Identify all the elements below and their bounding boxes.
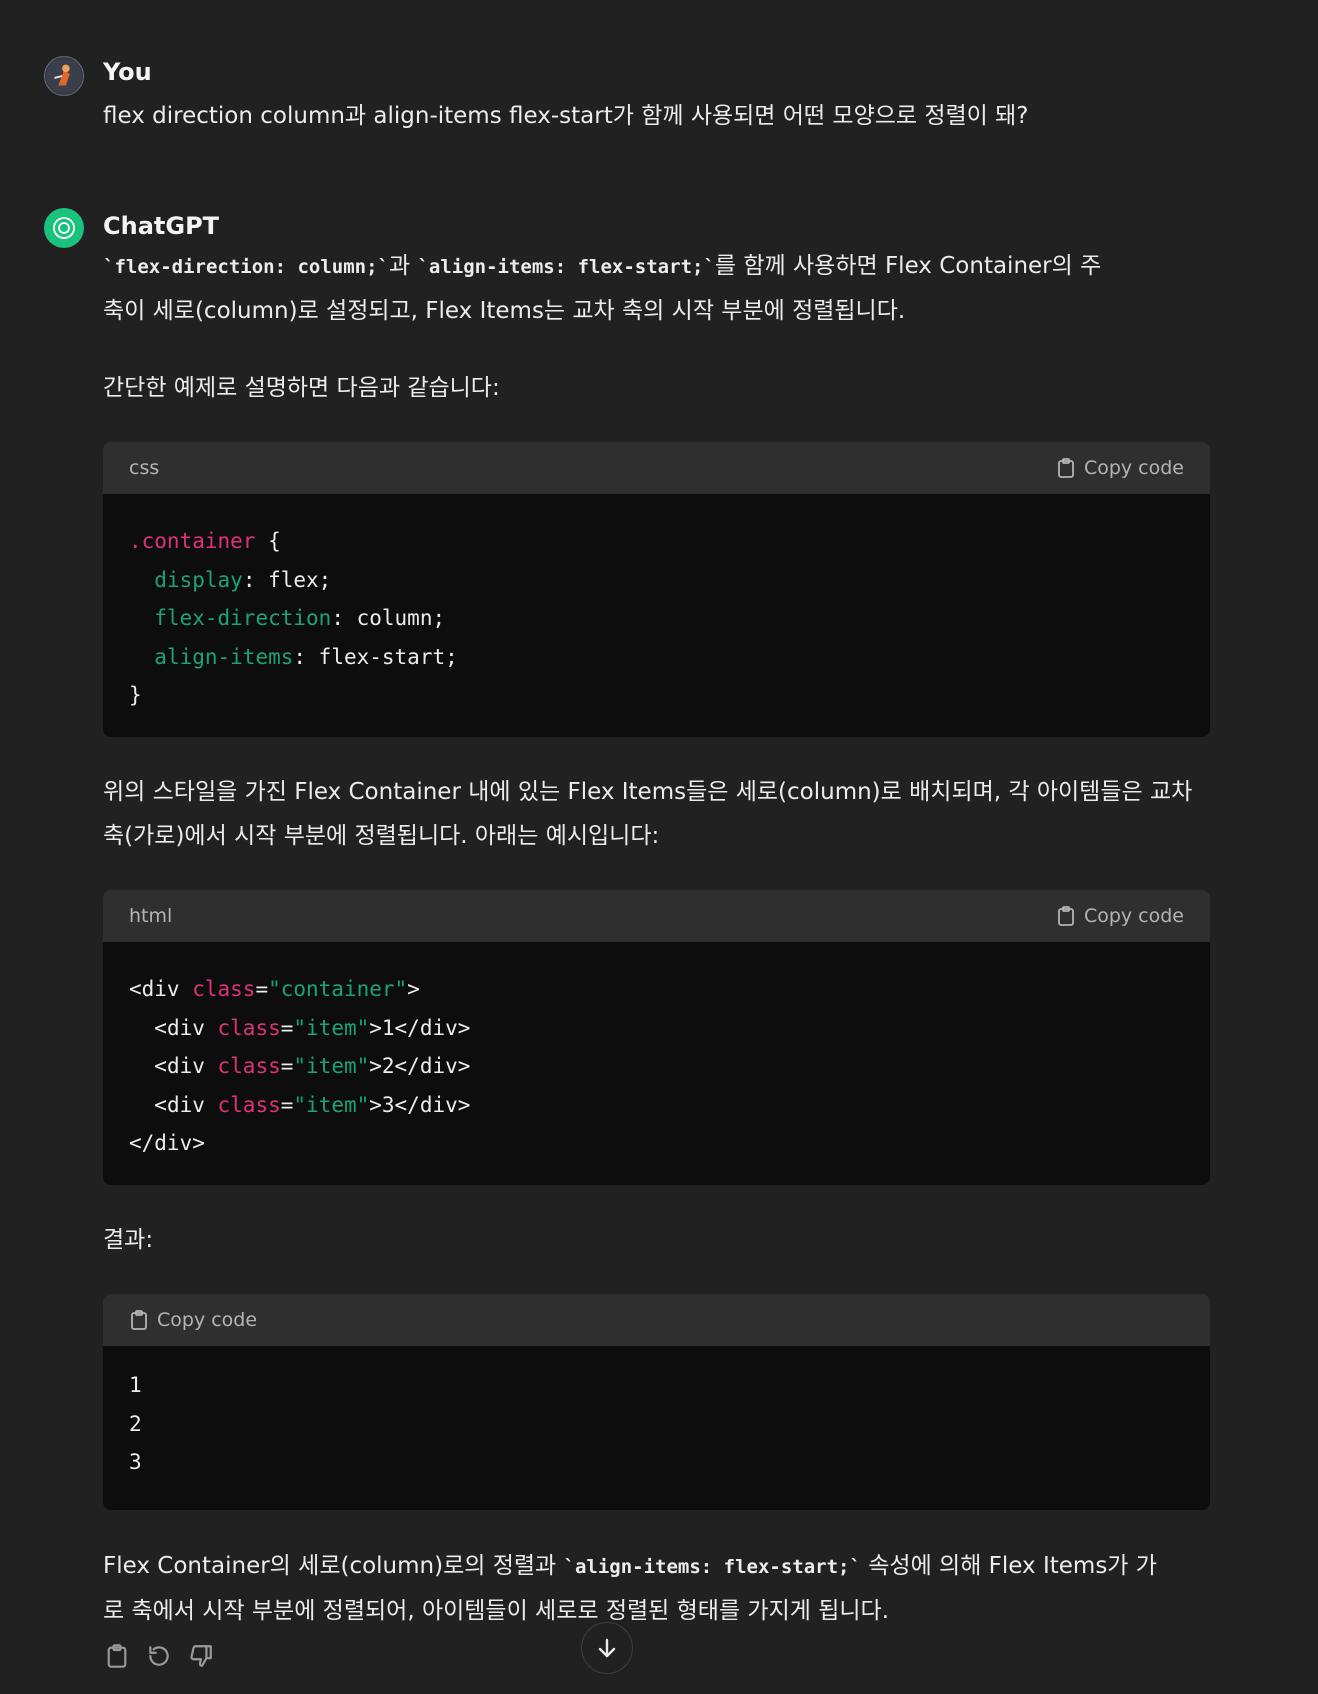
code-text: <div	[129, 977, 193, 1001]
clipboard-icon	[107, 1644, 127, 1668]
message-actions	[103, 1642, 215, 1670]
css-property: flex-direction	[154, 606, 332, 630]
paragraph-text: 결과:	[103, 1227, 154, 1253]
copy-code-button[interactable]: Copy code	[1056, 905, 1184, 927]
code-text: <div	[154, 1054, 218, 1078]
code-text: >1</div>	[369, 1015, 471, 1040]
html-attribute: class	[192, 977, 256, 1001]
code-content: .container { display: flex; flex-directi…	[129, 529, 458, 707]
code-text: {	[255, 529, 281, 553]
code-text: </div>	[129, 1131, 205, 1155]
regenerate-button[interactable]	[145, 1642, 173, 1670]
arrow-down-icon	[598, 1638, 616, 1658]
html-attribute: class	[217, 1054, 281, 1078]
scroll-to-bottom-button[interactable]	[581, 1622, 633, 1674]
code-content: <div class="container"> <div class="item…	[103, 942, 1210, 1185]
code-text: >3</div>	[369, 1092, 471, 1117]
clipboard-icon	[1058, 458, 1074, 478]
code-block-html: html Copy code <div class="container"> <…	[103, 890, 1210, 1185]
thumbs-down-button[interactable]	[187, 1642, 215, 1670]
text-fragment: 로 축에서 시작 부분에 정렬되어, 아이템들이 세로로 정렬된 형태를 가지게…	[103, 1598, 890, 1624]
thumbs-down-icon	[190, 1645, 212, 1667]
html-string: "item"	[293, 1054, 370, 1078]
assistant-paragraph-4: 결과:	[103, 1218, 153, 1262]
assistant-paragraph-2: 간단한 예제로 설명하면 다음과 같습니다:	[103, 366, 500, 410]
code-text: >	[407, 977, 420, 1001]
code-text: <div	[154, 1092, 218, 1117]
assistant-paragraph-1: `flex-direction: column;`과 `align-items:…	[103, 244, 1213, 333]
assistant-message: ChatGPT	[44, 208, 1210, 248]
user-message-text: flex direction column과 align-items flex-…	[103, 103, 1029, 129]
code-language-label: html	[129, 905, 173, 927]
code-content: 1 2 3	[103, 1346, 1210, 1510]
code-text: >2</div>	[369, 1054, 471, 1078]
regenerate-icon	[149, 1646, 169, 1666]
user-author-name: You	[103, 58, 152, 86]
assistant-paragraph-3: 위의 스타일을 가진 Flex Container 내에 있는 Flex Ite…	[103, 770, 1213, 858]
paragraph-text: 축(가로)에서 시작 부분에 정렬됩니다. 아래는 예시입니다:	[103, 823, 660, 849]
html-string: "item"	[293, 1092, 370, 1117]
css-selector: .container	[129, 529, 256, 553]
css-property: align-items	[154, 644, 294, 669]
paragraph-text: 위의 스타일을 가진 Flex Container 내에 있는 Flex Ite…	[103, 779, 1193, 805]
clipboard-icon	[1058, 906, 1074, 926]
css-value: flex-start;	[318, 644, 458, 669]
code-language-label: css	[129, 457, 160, 479]
inline-code: `align-items: flex-start;`	[417, 256, 715, 278]
assistant-author-name: ChatGPT	[103, 212, 220, 240]
html-attribute: class	[217, 1092, 281, 1117]
copy-code-label: Copy code	[1083, 905, 1184, 927]
code-block-header: Copy code	[103, 1294, 1210, 1346]
code-text: =	[280, 1054, 294, 1078]
copy-code-button[interactable]: Copy code	[129, 1309, 257, 1331]
user-message: You flex direction column과 align-items f…	[44, 54, 1210, 164]
html-string: "item"	[293, 1015, 370, 1040]
code-line: 2	[129, 1411, 142, 1436]
html-string: "container"	[268, 977, 408, 1001]
text-fragment: 과	[388, 253, 418, 279]
code-line: 3	[129, 1450, 142, 1474]
copy-code-button[interactable]: Copy code	[1056, 457, 1184, 479]
html-attribute: class	[217, 1015, 281, 1040]
text-fragment: 축이 세로(column)로 설정되고, Flex Items는 교차 축의 시…	[103, 298, 906, 324]
code-block-header: html Copy code	[103, 890, 1210, 942]
code-text: <div	[154, 1015, 218, 1040]
assistant-paragraph-5: Flex Container의 세로(column)로의 정렬과 `align-…	[103, 1544, 1213, 1633]
copy-code-label: Copy code	[157, 1309, 258, 1331]
code-text: =	[280, 1015, 294, 1040]
user-avatar-icon	[44, 56, 84, 96]
clipboard-icon	[131, 1310, 147, 1330]
paragraph-text: 간단한 예제로 설명하면 다음과 같습니다:	[103, 375, 500, 401]
code-text: =	[280, 1092, 294, 1117]
copy-code-label: Copy code	[1083, 457, 1184, 479]
inline-code: `flex-direction: column;`	[103, 256, 389, 278]
code-block-result: Copy code 1 2 3	[103, 1294, 1210, 1510]
chatgpt-logo-icon	[44, 208, 84, 248]
code-block-header: css Copy code	[103, 442, 1210, 494]
code-block-css: css Copy code .container { display: flex…	[103, 442, 1210, 737]
copy-message-button[interactable]	[103, 1642, 131, 1670]
css-value: column;	[356, 606, 446, 630]
css-value: flex;	[268, 567, 332, 592]
code-text: =	[255, 977, 269, 1001]
css-property: display	[154, 567, 243, 592]
inline-code: `align-items: flex-start;`	[563, 1556, 861, 1578]
code-line: 1	[129, 1373, 142, 1397]
code-text: }	[129, 683, 142, 707]
text-fragment: 를 함께 사용하면 Flex Container의 주	[714, 253, 1102, 279]
text-fragment: Flex Container의 세로(column)로의 정렬과	[103, 1553, 564, 1579]
text-fragment: 속성에 의해 Flex Items가 가	[860, 1553, 1157, 1579]
